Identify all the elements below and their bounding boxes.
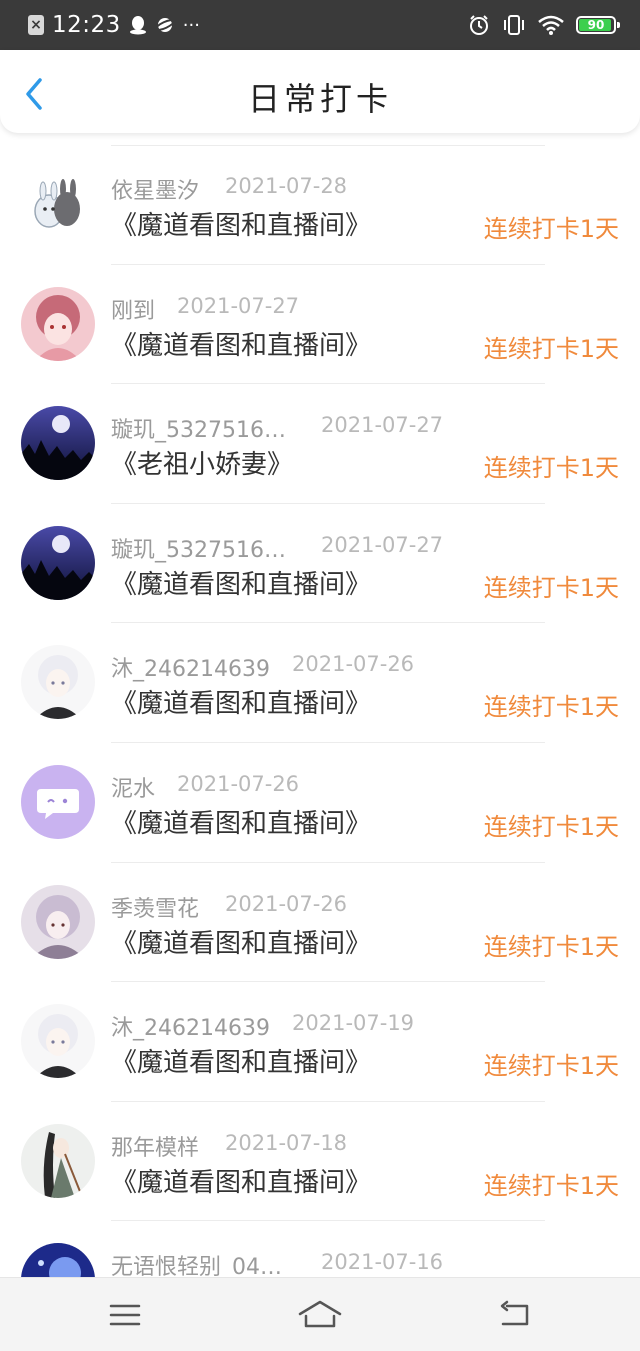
checkin-date: 2021-07-18 <box>225 1130 348 1155</box>
avatar[interactable] <box>21 167 95 241</box>
streak-label: 连续打卡1天 <box>483 693 619 722</box>
list-item[interactable]: 那年模样 2021-07-18 《魔道看图和直播间》 连续打卡1天 <box>0 1102 640 1222</box>
user-name[interactable]: 刚到 <box>111 293 155 325</box>
book-title[interactable]: 《魔道看图和直播间》 <box>111 325 371 362</box>
alarm-icon <box>470 15 488 35</box>
list-item[interactable]: 依星墨汐 2021-07-28 《魔道看图和直播间》 连续打卡1天 <box>0 145 640 265</box>
notification-icon: × <box>28 15 44 35</box>
checkin-date: 2021-07-27 <box>177 293 300 318</box>
user-name[interactable]: 依星墨汐 <box>111 173 199 205</box>
avatar[interactable] <box>21 406 95 481</box>
user-name[interactable]: 沐_246214639 <box>111 651 270 683</box>
user-name[interactable]: 季羡雪花 <box>111 891 199 923</box>
more-dots-icon: ··· <box>182 14 200 36</box>
checkin-date: 2021-07-28 <box>225 174 348 198</box>
list-item[interactable]: 璇玑_5327516… 2021-07-27 《老祖小娇妻》 连续打卡1天 <box>0 384 640 504</box>
page-title: 日常打卡 <box>247 80 392 118</box>
avatar[interactable] <box>21 884 95 959</box>
back-icon[interactable] <box>497 1298 533 1332</box>
system-nav-bar <box>0 1277 640 1351</box>
list-item[interactable]: 刚到 2021-07-27 《魔道看图和直播间》 连续打卡1天 <box>0 265 640 385</box>
list-item[interactable]: 沐_246214639 2021-07-19 《魔道看图和直播间》 连续打卡1天 <box>0 982 640 1102</box>
book-title[interactable]: 《魔道看图和直播间》 <box>111 205 371 242</box>
checkin-date: 2021-07-26 <box>225 891 348 916</box>
list-item[interactable]: 沐_246214639 2021-07-26 《魔道看图和直播间》 连续打卡1天 <box>0 623 640 743</box>
streak-label: 连续打卡1天 <box>483 454 619 483</box>
book-title[interactable]: 《魔道看图和直播间》 <box>111 923 371 960</box>
avatar[interactable] <box>21 525 95 600</box>
user-name[interactable]: 泥水 <box>111 771 155 803</box>
wifi-icon <box>538 15 564 35</box>
book-title[interactable]: 《魔道看图和直播间》 <box>111 1042 371 1079</box>
vibrate-icon <box>504 15 524 35</box>
list-item[interactable]: 季羡雪花 2021-07-26 《魔道看图和直播间》 连续打卡1天 <box>0 863 640 983</box>
streak-label: 连续打卡1天 <box>483 573 619 602</box>
book-title[interactable]: 《魔道看图和直播间》 <box>111 683 371 720</box>
avatar[interactable] <box>21 764 95 839</box>
checkin-date: 2021-07-27 <box>321 532 444 557</box>
avatar[interactable] <box>21 286 95 361</box>
avatar[interactable] <box>21 1004 95 1079</box>
book-title[interactable]: 《老祖小娇妻》 <box>111 444 293 481</box>
book-title[interactable]: 《魔道看图和直播间》 <box>111 1162 371 1199</box>
checkin-date: 2021-07-26 <box>177 771 300 796</box>
avatar[interactable] <box>21 1123 95 1198</box>
checkin-date: 2021-07-19 <box>292 1011 415 1036</box>
planet-icon <box>154 18 175 32</box>
avatar[interactable] <box>21 645 95 720</box>
user-name[interactable]: 璇玑_5327516… <box>111 412 286 444</box>
user-name[interactable]: 那年模样 <box>111 1130 199 1162</box>
menu-icon[interactable] <box>107 1298 143 1332</box>
user-name[interactable]: 无语恨轻别_04… <box>111 1249 282 1277</box>
battery-level: 90 <box>587 18 605 32</box>
book-title[interactable]: 《魔道看图和直播间》 <box>111 564 371 601</box>
user-name[interactable]: 沐_246214639 <box>111 1010 270 1042</box>
streak-label: 连续打卡1天 <box>483 932 619 961</box>
qq-icon <box>129 16 146 35</box>
list-item[interactable]: 无语恨轻别_04… 2021-07-16 <box>0 1221 640 1277</box>
streak-label: 连续打卡1天 <box>483 334 619 363</box>
status-time: 12:23 <box>52 12 121 38</box>
checkin-date: 2021-07-27 <box>321 413 444 438</box>
streak-label: 连续打卡1天 <box>483 1052 619 1081</box>
avatar[interactable] <box>21 1243 95 1277</box>
home-icon[interactable] <box>298 1298 342 1332</box>
list-item[interactable]: 泥水 2021-07-26 《魔道看图和直播间》 连续打卡1天 <box>0 743 640 863</box>
checkin-list[interactable]: 依星墨汐 2021-07-28 《魔道看图和直播间》 连续打卡1天 刚到 202… <box>0 145 640 1277</box>
book-title[interactable]: 《魔道看图和直播间》 <box>111 803 371 840</box>
battery-icon: 90 <box>576 16 620 34</box>
user-name[interactable]: 璇玑_5327516… <box>111 532 286 564</box>
list-item[interactable]: 璇玑_5327516… 2021-07-27 《魔道看图和直播间》 连续打卡1天 <box>0 504 640 624</box>
header: 日常打卡 <box>0 50 640 133</box>
streak-label: 连续打卡1天 <box>483 215 619 243</box>
streak-label: 连续打卡1天 <box>483 812 619 841</box>
checkin-date: 2021-07-26 <box>292 652 415 677</box>
checkin-date: 2021-07-16 <box>321 1250 444 1275</box>
streak-label: 连续打卡1天 <box>483 1171 619 1200</box>
status-bar: × 12:23 ··· 90 <box>0 0 640 50</box>
